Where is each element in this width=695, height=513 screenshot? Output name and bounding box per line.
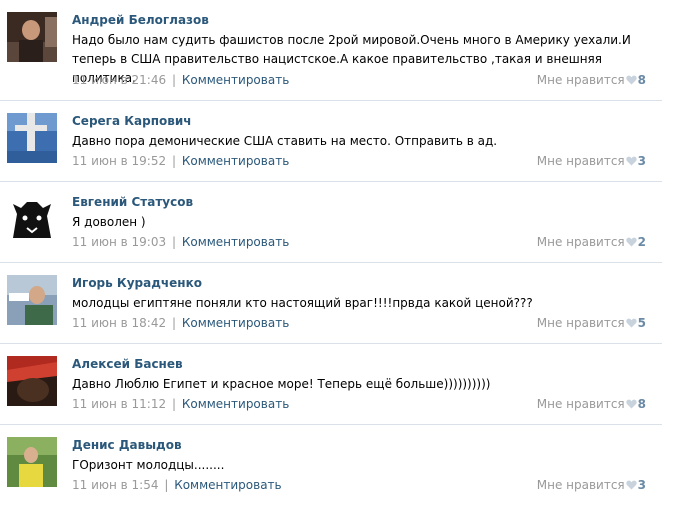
comment-meta: 11 июн в 19:52 | Комментировать [72, 154, 289, 168]
like-label: Мне нравится [536, 154, 625, 168]
heart-icon [625, 74, 637, 85]
like-count: 3 [637, 478, 646, 492]
comment-meta: 11 июн в 21:46 | Комментировать [72, 73, 289, 87]
like-label: Мне нравится [536, 73, 625, 87]
reply-link[interactable]: Комментировать [174, 478, 281, 492]
reply-link[interactable]: Комментировать [182, 73, 289, 87]
avatar[interactable] [7, 12, 57, 62]
like-button[interactable]: Мне нравится 3 [537, 478, 646, 492]
comment-meta: 11 июн в 11:12 | Комментировать [72, 397, 289, 411]
comment-meta: 11 июн в 19:03 | Комментировать [72, 235, 289, 249]
comment-author[interactable]: Алексей Баснев [72, 357, 183, 371]
comment-text: Давно Люблю Египет и красное море! Тепер… [72, 377, 491, 391]
comment-item: Денис Давыдов ГОризонт молодцы........ 1… [0, 425, 662, 506]
meta-separator: | [164, 478, 169, 492]
comment-meta: 11 июн в 18:42 | Комментировать [72, 316, 289, 330]
comment-item: Андрей Белоглазов Надо было нам судить ф… [0, 0, 662, 101]
comment-date[interactable]: 11 июн в 1:54 [72, 478, 158, 492]
comment-date[interactable]: 11 июн в 18:42 [72, 316, 166, 330]
comment-meta: 11 июн в 1:54 | Комментировать [72, 478, 282, 492]
comment-date[interactable]: 11 июн в 19:03 [72, 235, 166, 249]
meta-separator: | [171, 154, 176, 168]
comment-text: Давно пора демонические США ставить на м… [72, 134, 498, 148]
reply-link[interactable]: Комментировать [182, 397, 289, 411]
like-button[interactable]: Мне нравится 5 [537, 316, 646, 330]
comment-item: Игорь Курадченко молодцы египтяне поняли… [0, 263, 662, 344]
comment-item: Евгений Статусов Я доволен ) 11 июн в 19… [0, 182, 662, 263]
like-button[interactable]: Мне нравится 3 [537, 154, 646, 168]
like-count: 2 [637, 235, 646, 249]
comment-author[interactable]: Андрей Белоглазов [72, 13, 209, 27]
heart-icon [625, 317, 637, 328]
reply-link[interactable]: Комментировать [182, 316, 289, 330]
reply-link[interactable]: Комментировать [182, 235, 289, 249]
comment-date[interactable]: 11 июн в 19:52 [72, 154, 166, 168]
comment-author[interactable]: Игорь Курадченко [72, 276, 202, 290]
comment-item: Серега Карпович Давно пора демонические … [0, 101, 662, 182]
like-count: 8 [637, 397, 646, 411]
avatar[interactable] [7, 113, 57, 163]
meta-separator: | [171, 235, 176, 249]
comment-date[interactable]: 11 июн в 21:46 [72, 73, 166, 87]
meta-separator: | [171, 397, 176, 411]
comment-text: молодцы египтяне поняли кто настоящий вр… [72, 296, 533, 310]
comment-author[interactable]: Серега Карпович [72, 114, 192, 128]
heart-icon [625, 155, 637, 166]
comment-text: Я доволен ) [72, 215, 146, 229]
meta-separator: | [171, 73, 176, 87]
avatar[interactable] [7, 194, 57, 244]
meta-separator: | [171, 316, 176, 330]
heart-icon [625, 398, 637, 409]
heart-icon [625, 236, 637, 247]
avatar[interactable] [7, 275, 57, 325]
like-count: 8 [637, 73, 646, 87]
like-label: Мне нравится [536, 235, 625, 249]
like-button[interactable]: Мне нравится 8 [537, 397, 646, 411]
like-label: Мне нравится [536, 397, 625, 411]
like-button[interactable]: Мне нравится 8 [537, 73, 646, 87]
heart-icon [625, 479, 637, 490]
comment-item: Алексей Баснев Давно Люблю Египет и крас… [0, 344, 662, 425]
like-label: Мне нравится [536, 478, 625, 492]
comment-author[interactable]: Денис Давыдов [72, 438, 182, 452]
reply-link[interactable]: Комментировать [182, 154, 289, 168]
avatar[interactable] [7, 437, 57, 487]
comment-date[interactable]: 11 июн в 11:12 [72, 397, 166, 411]
comment-text: ГОризонт молодцы........ [72, 458, 225, 472]
like-label: Мне нравится [536, 316, 625, 330]
comment-author[interactable]: Евгений Статусов [72, 195, 193, 209]
like-count: 5 [637, 316, 646, 330]
avatar[interactable] [7, 356, 57, 406]
like-count: 3 [637, 154, 646, 168]
like-button[interactable]: Мне нравится 2 [537, 235, 646, 249]
